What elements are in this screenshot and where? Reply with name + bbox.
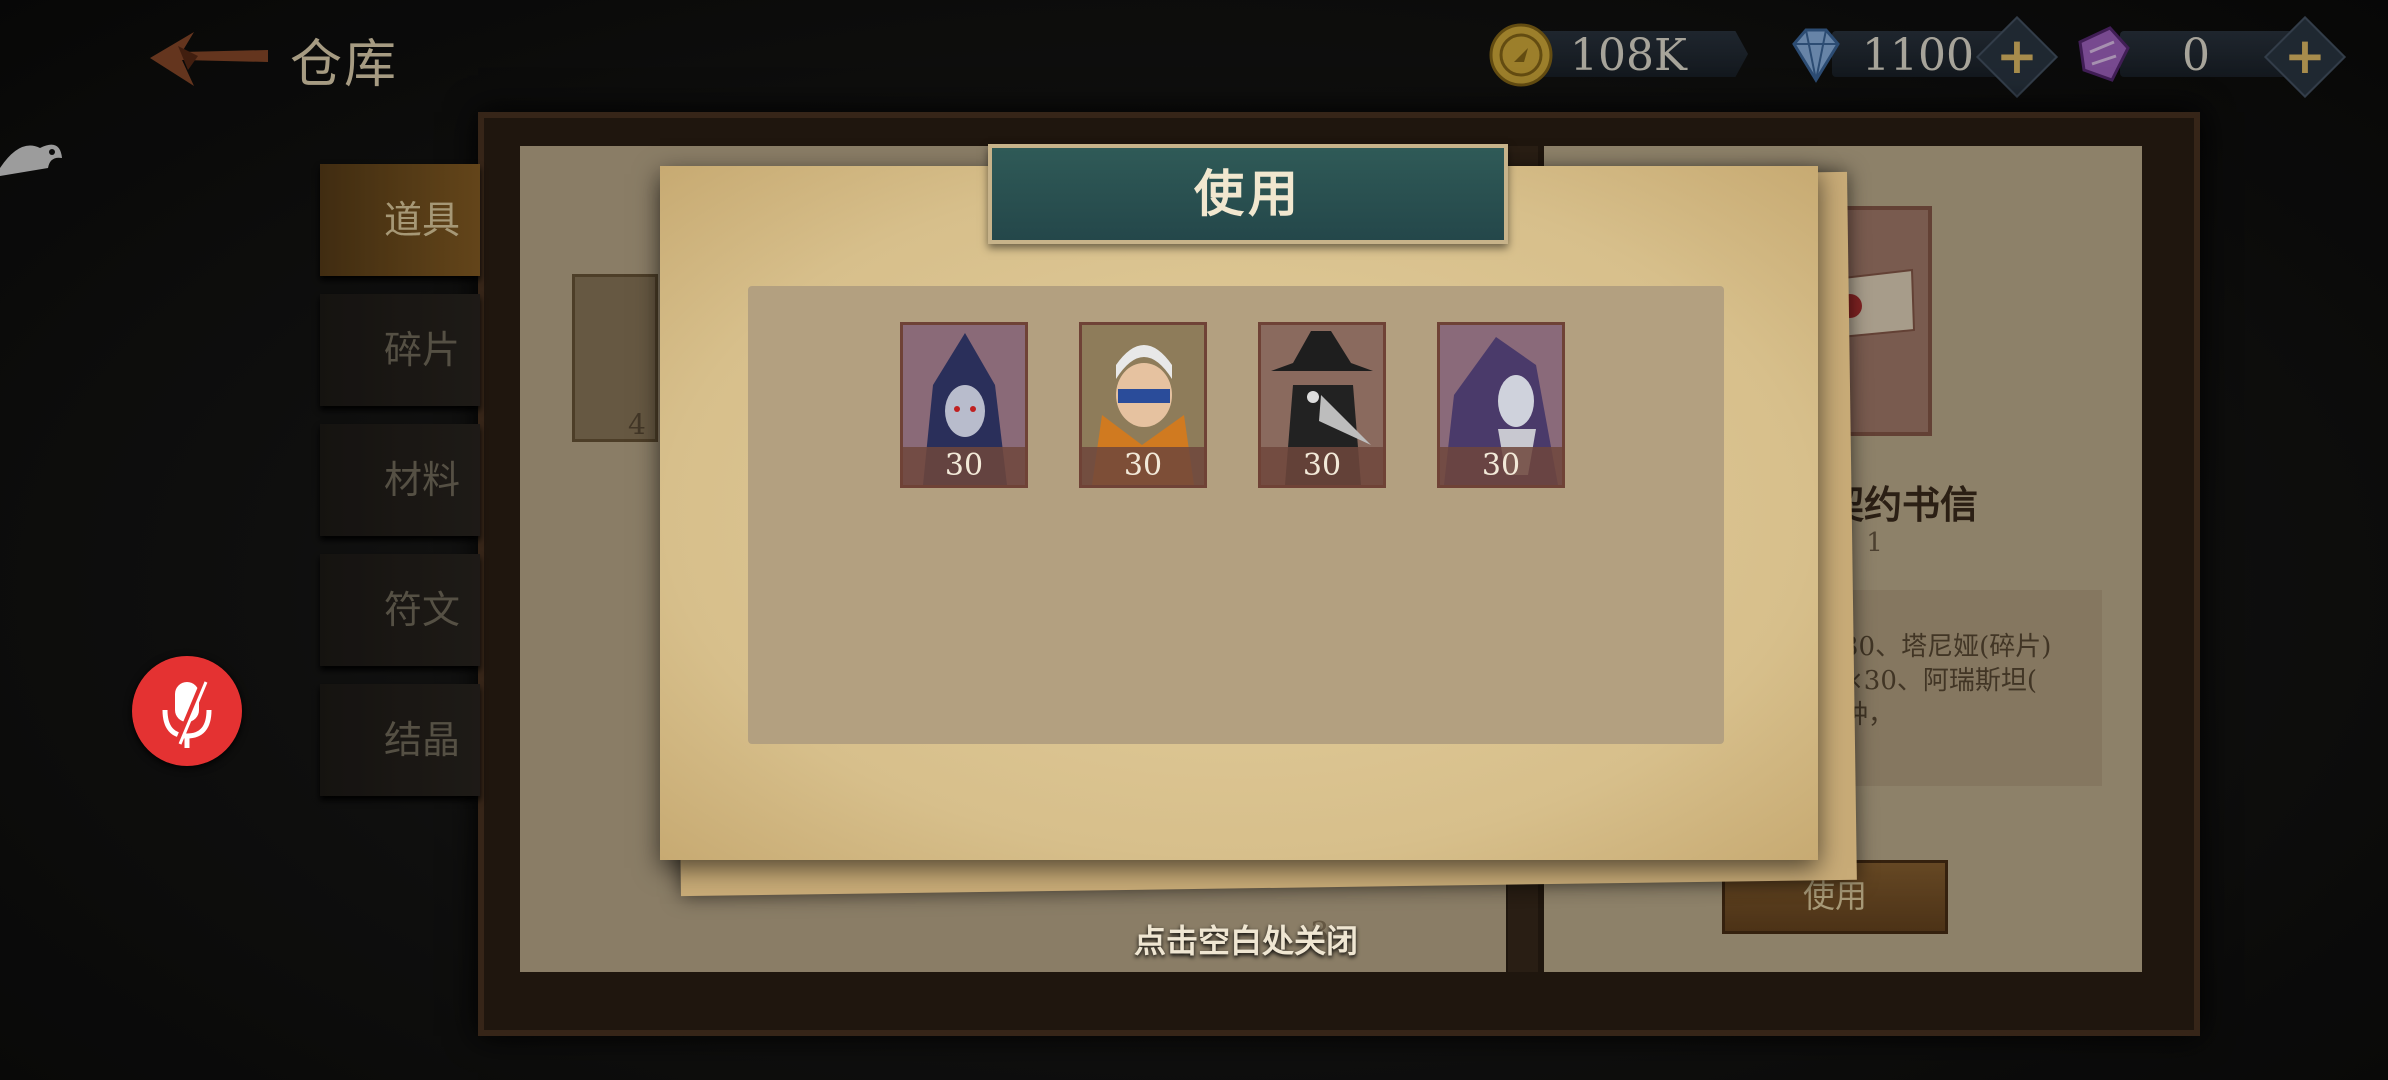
reward-card[interactable]: 30 <box>1079 322 1207 488</box>
reward-list-panel <box>748 286 1724 744</box>
microphone-muted-icon <box>162 678 212 748</box>
close-hint-text: 点击空白处关闭 <box>1134 922 1359 960</box>
reward-count: 30 <box>903 447 1025 485</box>
reward-card[interactable]: 30 <box>1437 322 1565 488</box>
reward-count: 30 <box>1440 447 1562 485</box>
reward-count: 30 <box>1082 447 1204 485</box>
reward-card[interactable]: 30 <box>900 322 1028 488</box>
dialog-title: 使用 <box>988 144 1508 244</box>
reward-card[interactable]: 30 <box>1258 322 1386 488</box>
reward-count: 30 <box>1261 447 1383 485</box>
microphone-button[interactable] <box>132 656 242 766</box>
